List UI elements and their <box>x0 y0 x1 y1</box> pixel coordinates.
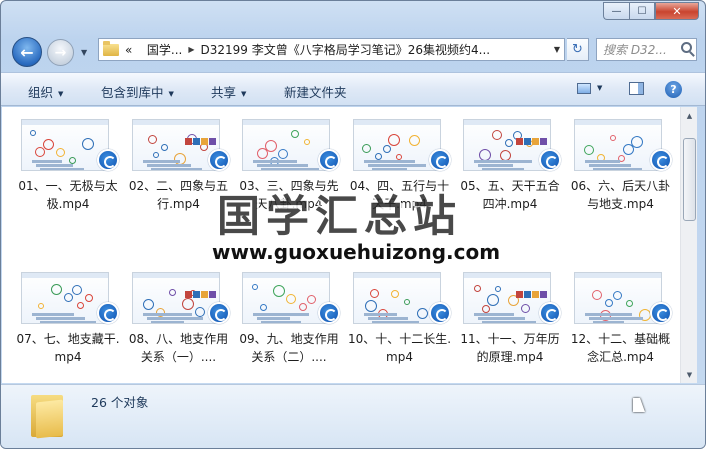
video-thumbnail <box>131 272 220 324</box>
file-item[interactable]: 11、十一、万年历的原理.mp4 <box>459 262 565 380</box>
file-item[interactable]: 05、五、天干五合四冲.mp4 <box>459 109 565 227</box>
details-pane: 26 个对象 <box>1 384 705 448</box>
change-view-icon[interactable] <box>577 83 591 94</box>
maximize-button[interactable]: ☐ <box>629 2 655 20</box>
file-name: 07、七、地支藏干.mp4 <box>16 332 120 364</box>
file-item[interactable]: 01、一、无极与太极.mp4 <box>17 109 123 227</box>
video-thumbnail <box>242 119 330 171</box>
video-thumbnail <box>21 272 109 324</box>
share-menu[interactable]: 共享 ▼ <box>211 82 246 101</box>
organize-menu[interactable]: 组织 ▼ <box>28 82 63 101</box>
media-player-icon <box>207 302 230 324</box>
media-player-icon <box>428 302 451 324</box>
back-button[interactable]: ← <box>12 37 42 67</box>
watermark-title: 国学汇总站 <box>217 192 462 242</box>
watermark-url: www.guoxuehuizong.com <box>212 240 501 264</box>
folder-icon <box>103 40 119 56</box>
dropdown-arrow-icon: ▼ <box>58 89 64 98</box>
video-thumbnail <box>242 272 330 324</box>
search-placeholder: 搜索 D32... <box>603 43 667 57</box>
forward-button[interactable]: → <box>47 39 74 66</box>
vertical-scrollbar[interactable]: ▲ ▼ <box>680 107 697 383</box>
media-player-icon <box>539 149 561 171</box>
file-item[interactable]: 09、九、地支作用关系（二）.... <box>238 262 344 380</box>
new-folder-button[interactable]: 新建文件夹 <box>284 82 347 101</box>
scroll-up-icon[interactable]: ▲ <box>681 107 698 124</box>
address-prefix[interactable]: « <box>125 43 132 57</box>
address-bar[interactable]: « 国学... ▶ D32199 李文曾《八字格局学习笔记》26集视频约4...… <box>98 38 565 61</box>
media-player-icon <box>539 302 561 324</box>
video-thumbnail <box>463 272 551 324</box>
video-thumbnail <box>573 119 662 171</box>
video-thumbnail <box>352 119 441 171</box>
media-player-icon <box>97 149 119 171</box>
back-arrow-icon: ← <box>20 42 34 62</box>
scroll-thumb[interactable] <box>683 138 696 221</box>
media-player-icon <box>97 302 119 324</box>
chevron-right-icon[interactable]: ▶ <box>188 45 194 54</box>
media-player-icon <box>649 149 672 171</box>
mouse-cursor-icon <box>633 398 645 412</box>
forward-arrow-icon: → <box>54 44 67 61</box>
media-player-icon <box>318 149 340 171</box>
file-item[interactable]: 08、八、地支作用关系（一）.... <box>128 262 234 380</box>
recent-pages-dropdown[interactable]: ▼ <box>81 48 87 57</box>
refresh-button[interactable]: ↻ <box>567 38 589 61</box>
refresh-icon: ↻ <box>572 42 583 57</box>
media-player-icon <box>428 149 451 171</box>
chevron-right-icon <box>138 45 141 54</box>
file-name: 09、九、地支作用关系（二）.... <box>239 332 339 364</box>
caption-buttons: — ☐ ✕ <box>603 2 699 20</box>
dropdown-arrow-icon: ▼ <box>168 89 174 98</box>
breadcrumb-segment-2[interactable]: D32199 李文曾《八字格局学习笔记》26集视频约4... <box>201 41 491 58</box>
view-dropdown-icon[interactable]: ▼ <box>597 84 602 92</box>
video-thumbnail <box>573 272 662 324</box>
preview-pane-icon[interactable] <box>629 82 644 95</box>
search-icon[interactable] <box>681 42 692 53</box>
file-name: 12、十二、基础概念汇总.mp4 <box>570 332 671 364</box>
file-name: 11、十一、万年历的原理.mp4 <box>460 332 560 364</box>
search-input[interactable]: 搜索 D32... <box>596 38 697 61</box>
file-item[interactable]: 10、十、十二长生.mp4 <box>347 262 455 380</box>
video-thumbnail <box>21 119 109 171</box>
address-dropdown-icon[interactable]: ▼ <box>554 45 560 54</box>
include-in-library-menu[interactable]: 包含到库中 ▼ <box>101 82 174 101</box>
file-name: 01、一、无极与太极.mp4 <box>18 179 118 211</box>
close-button[interactable]: ✕ <box>655 2 699 20</box>
minimize-button[interactable]: — <box>603 2 629 20</box>
video-thumbnail <box>131 119 220 171</box>
file-item[interactable]: 06、六、后天八卦与地支.mp4 <box>570 109 676 227</box>
command-bar: 组织 ▼ 包含到库中 ▼ 共享 ▼ 新建文件夹 ▼ ? <box>1 72 705 106</box>
file-name: 02、二、四象与五行.mp4 <box>128 179 229 211</box>
explorer-window: — ☐ ✕ ← → ▼ « 国学... ▶ D32199 李文曾《八字格局学习笔… <box>0 0 706 449</box>
help-icon[interactable]: ? <box>665 81 682 98</box>
video-thumbnail <box>352 272 441 324</box>
breadcrumb-segment-1[interactable]: 国学... <box>147 41 182 58</box>
file-item[interactable]: 12、十二、基础概念汇总.mp4 <box>570 262 676 380</box>
media-player-icon <box>207 149 230 171</box>
file-name: 05、五、天干五合四冲.mp4 <box>460 179 560 211</box>
navigation-bar: ← → ▼ « 国学... ▶ D32199 李文曾《八字格局学习笔记》26集视… <box>1 31 705 69</box>
media-player-icon <box>318 302 340 324</box>
dropdown-arrow-icon: ▼ <box>241 89 247 98</box>
file-item[interactable]: 07、七、地支藏干.mp4 <box>16 262 123 380</box>
folder-icon <box>31 391 63 439</box>
scroll-down-icon[interactable]: ▼ <box>681 366 698 383</box>
file-name: 06、六、后天八卦与地支.mp4 <box>570 179 671 211</box>
video-thumbnail <box>463 119 551 171</box>
file-name: 08、八、地支作用关系（一）.... <box>128 332 229 364</box>
item-count: 26 个对象 <box>91 395 149 410</box>
file-name: 10、十、十二长生.mp4 <box>347 332 452 364</box>
media-player-icon <box>649 302 672 324</box>
